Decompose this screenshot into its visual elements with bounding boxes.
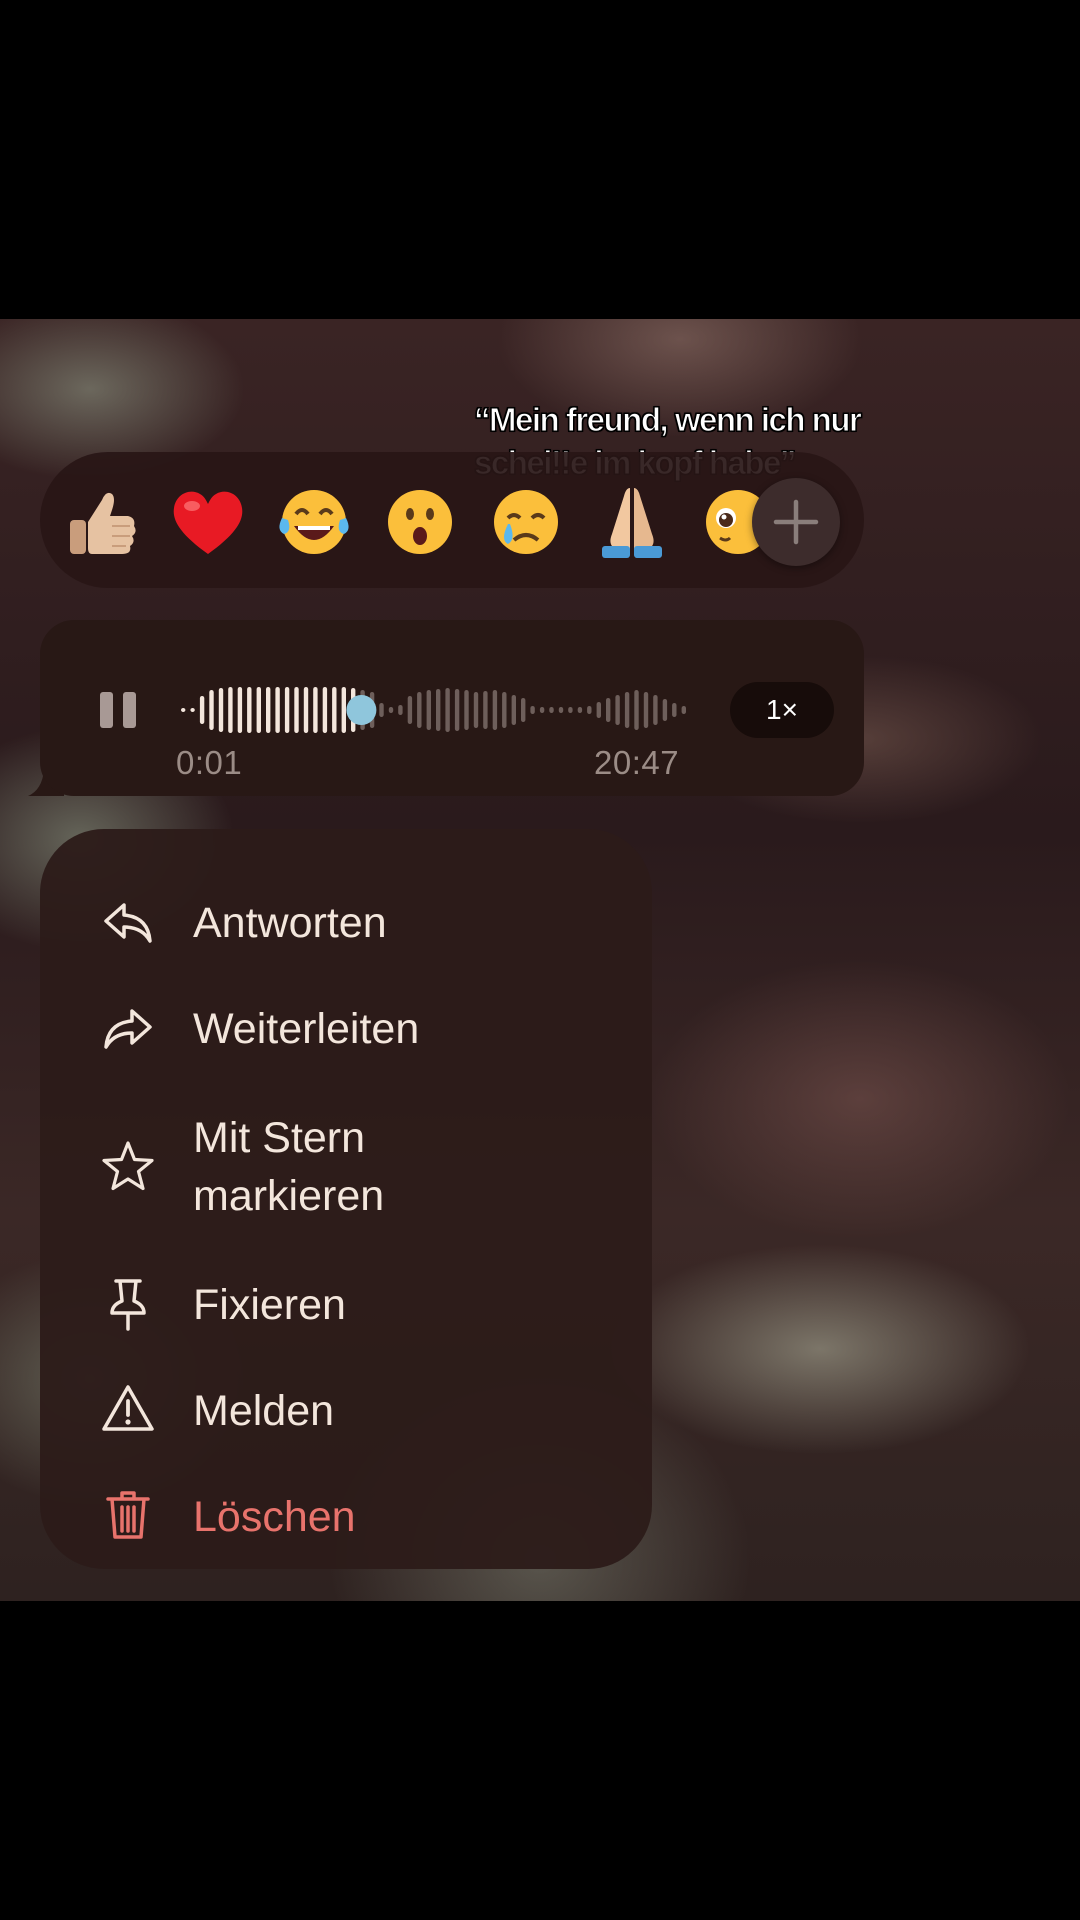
waveform-bar	[209, 690, 214, 730]
waveform-bar	[388, 707, 394, 713]
waveform-bar	[483, 691, 488, 729]
waveform-bar	[275, 687, 280, 733]
tears-of-joy-icon[interactable]	[274, 482, 354, 562]
waveform-bar	[653, 695, 658, 725]
waveform-bar	[417, 692, 422, 728]
waveform-bar	[624, 692, 630, 728]
waveform-bar	[228, 687, 233, 733]
waveform-bar	[407, 696, 413, 724]
menu-label-delete: Löschen	[193, 1493, 356, 1541]
playback-scrubber[interactable]	[346, 695, 377, 725]
waveform-bar	[473, 692, 479, 728]
waveform-bar	[577, 707, 583, 713]
waveform-bar	[237, 687, 243, 733]
audio-waveform[interactable]	[180, 680, 690, 740]
folded-hands-icon[interactable]	[592, 482, 672, 562]
waveform-bar	[294, 687, 299, 733]
waveform-bar	[587, 706, 592, 714]
playback-speed-button[interactable]: 1×	[730, 682, 834, 738]
waveform-bar	[256, 687, 261, 733]
waveform-bar	[332, 687, 337, 733]
waveform-bar	[284, 687, 290, 733]
reaction-bar	[40, 452, 864, 588]
waveform-bar	[379, 703, 384, 717]
waveform-bar	[521, 698, 526, 722]
menu-label-forward: Weiterleiten	[193, 1005, 420, 1053]
waveform-bar	[190, 708, 195, 712]
thumbs-up-icon[interactable]	[62, 482, 142, 562]
forward-icon	[100, 1001, 156, 1057]
waveform-bar	[181, 708, 186, 712]
waveform-bar	[464, 690, 469, 730]
waveform-bar	[662, 699, 668, 721]
total-duration: 20:47	[594, 744, 680, 781]
waveform-bar	[398, 705, 403, 715]
waveform-bar	[511, 695, 516, 725]
waveform-bar	[502, 692, 507, 728]
menu-label-pin: Fixieren	[193, 1281, 346, 1329]
menu-label-star: Mit Stern markieren	[193, 1114, 385, 1220]
waveform-bar	[530, 706, 535, 714]
plus-icon	[773, 499, 819, 545]
menu-item-reply[interactable]: Antworten	[40, 873, 652, 973]
waveform-bar	[681, 706, 686, 714]
pin-icon	[100, 1275, 156, 1331]
waveform-bar	[568, 707, 573, 713]
waveform-bar	[454, 689, 460, 731]
waveform-bar	[615, 695, 620, 725]
menu-item-report[interactable]: Melden	[40, 1361, 652, 1461]
menu-item-forward[interactable]: Weiterleiten	[40, 979, 652, 1079]
waveform-bar	[199, 696, 205, 724]
waveform-bar	[303, 687, 309, 733]
waveform-bar	[341, 687, 346, 733]
pause-button[interactable]	[96, 688, 140, 732]
menu-item-pin[interactable]: Fixieren	[40, 1255, 652, 1355]
star-icon	[100, 1139, 156, 1195]
surprised-face-icon[interactable]	[380, 482, 460, 562]
crying-face-icon[interactable]	[486, 482, 566, 562]
elapsed-time: 0:01	[176, 744, 243, 781]
add-reaction-button[interactable]	[752, 478, 840, 566]
waveform-bar	[445, 688, 450, 732]
menu-label-report: Melden	[193, 1387, 335, 1435]
waveform-bar	[634, 690, 639, 730]
waveform-bar	[247, 687, 252, 733]
waveform-bar	[266, 687, 271, 733]
red-heart-icon[interactable]	[168, 482, 248, 562]
waveform-bar	[558, 707, 564, 713]
waveform-bar	[492, 690, 498, 730]
waveform-bar	[549, 707, 554, 713]
waveform-bar	[643, 692, 649, 728]
waveform-bar	[606, 698, 611, 722]
waveform-bar	[596, 702, 601, 718]
menu-item-star[interactable]: Mit Stern markieren	[40, 1085, 652, 1249]
menu-label-reply: Antworten	[193, 899, 387, 947]
waveform-bar	[313, 687, 318, 733]
message-context-menu: Antworten Weiterleiten Mit Stern markier…	[40, 829, 652, 1569]
menu-item-delete[interactable]: Löschen	[40, 1467, 652, 1567]
waveform-bar	[426, 690, 431, 730]
waveform-bar	[322, 687, 328, 733]
reply-icon	[100, 895, 156, 951]
caption-line-1: “Mein freund, wenn ich nur	[474, 401, 863, 439]
waveform-bar	[218, 688, 224, 732]
waveform-bar	[539, 707, 545, 713]
waveform-bar	[672, 703, 677, 717]
screen: “Mein freund, wenn ich nur schei!!e im k…	[0, 0, 1080, 1920]
warning-icon	[100, 1381, 156, 1437]
trash-icon	[100, 1487, 156, 1543]
waveform-bar	[436, 689, 441, 731]
